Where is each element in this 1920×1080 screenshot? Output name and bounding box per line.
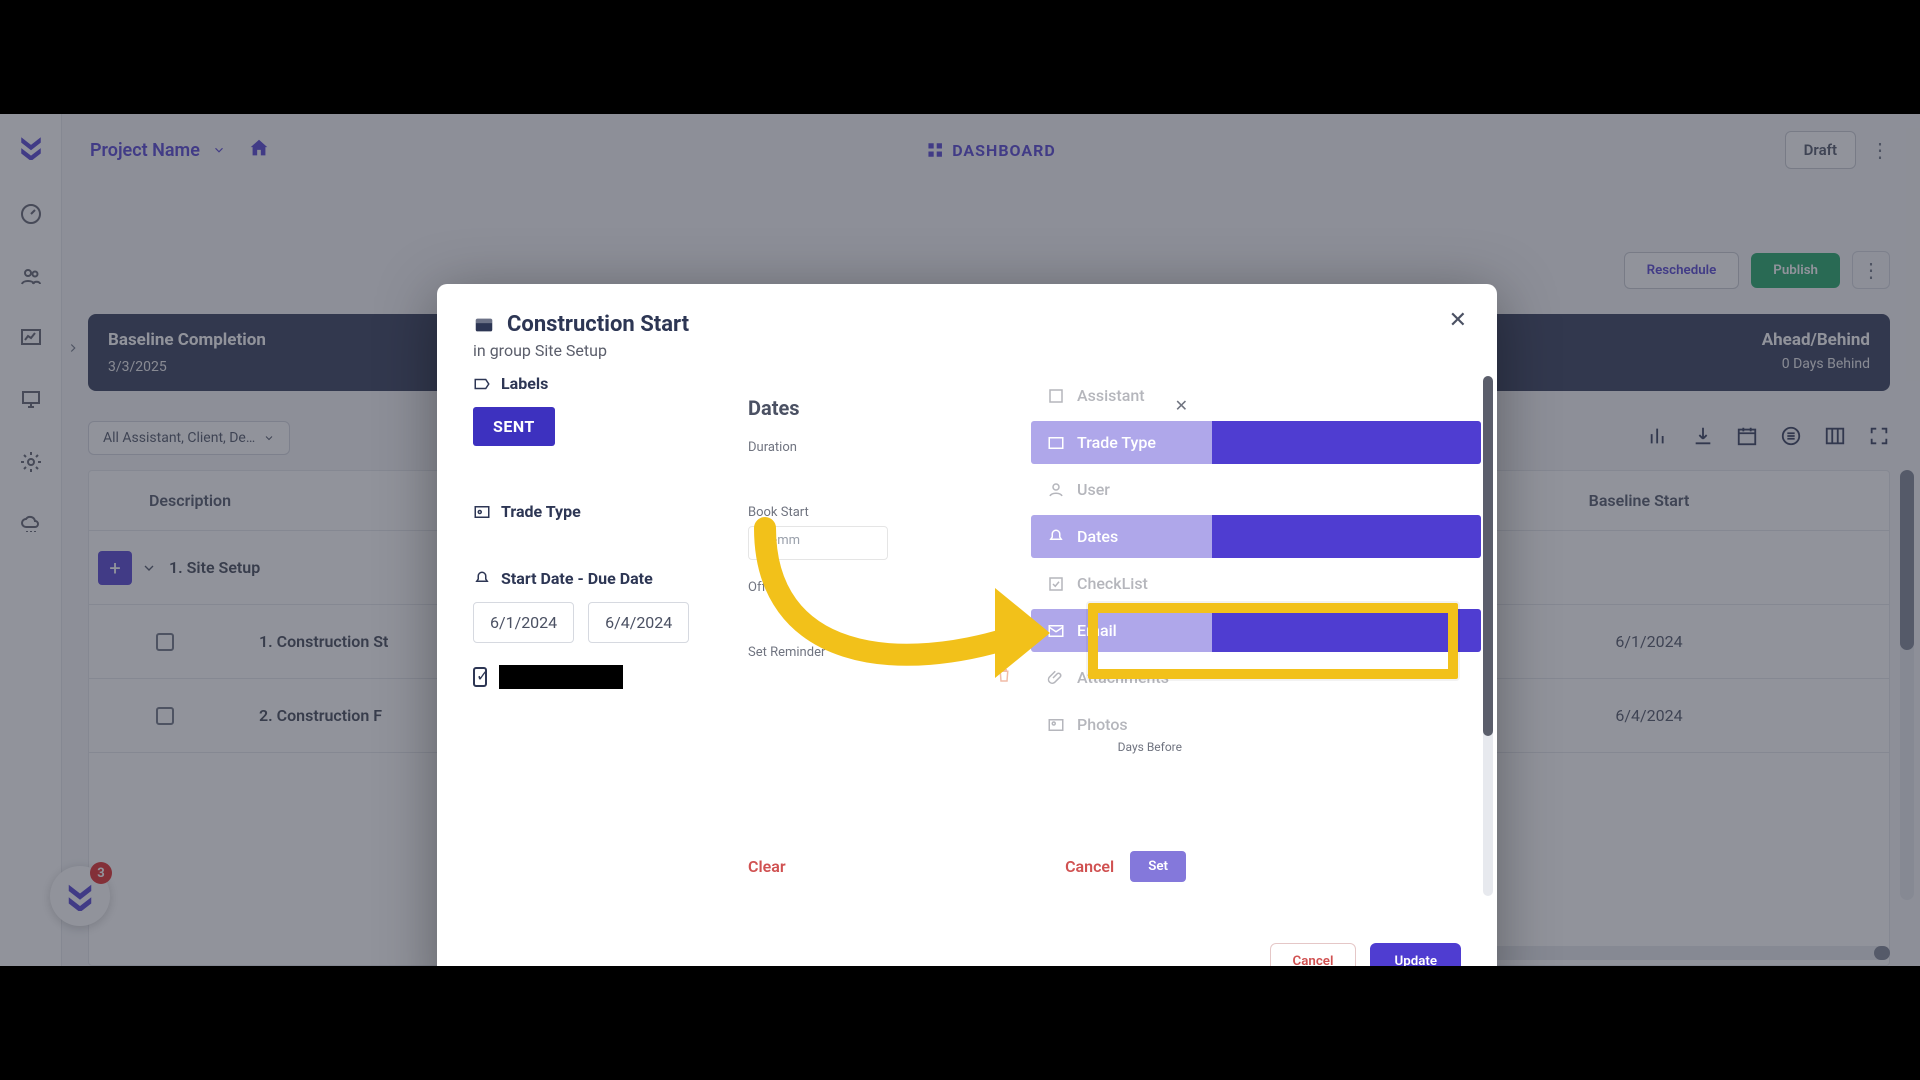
set-button[interactable]: Set — [1130, 851, 1186, 882]
labels-heading: Labels — [501, 374, 548, 393]
id-icon — [473, 503, 491, 521]
tradetype-heading: Trade Type — [501, 502, 581, 521]
kebab-icon[interactable]: ⋮ — [1870, 138, 1890, 162]
modal-scrollbar[interactable] — [1483, 376, 1493, 896]
cloud-icon[interactable] — [19, 512, 43, 536]
draft-button[interactable]: Draft — [1785, 131, 1856, 169]
group-label: 1. Site Setup — [169, 558, 260, 577]
calendar-icon[interactable] — [1736, 425, 1758, 451]
columns-icon[interactable] — [1824, 425, 1846, 451]
start-date-chip[interactable]: 6/1/2024 — [473, 602, 574, 643]
tutorial-arrow-icon — [745, 508, 1085, 732]
fullscreen-icon[interactable] — [1868, 425, 1890, 451]
clear-button[interactable]: Clear — [748, 857, 786, 876]
dashboard-label: DASHBOARD — [952, 141, 1056, 160]
card-value: 0 Days Behind — [1782, 356, 1870, 372]
vertical-scrollbar[interactable] — [1900, 470, 1914, 900]
assignee-filter[interactable]: All Assistant, Client, De… — [88, 421, 290, 455]
nav-rail — [0, 114, 62, 966]
reschedule-button[interactable]: Reschedule — [1624, 252, 1740, 289]
top-bar: Project Name DASHBOARD Draft ⋮ — [62, 114, 1920, 186]
cards-expand-icon[interactable] — [66, 340, 80, 359]
card-value: 3/3/2025 — [108, 359, 167, 375]
checklist-checkbox[interactable] — [473, 667, 487, 687]
chevron-down-icon[interactable] — [141, 560, 157, 576]
project-dropdown[interactable]: Project Name — [90, 140, 226, 161]
close-icon[interactable]: ✕ — [1449, 308, 1467, 333]
label-sent[interactable]: SENT — [473, 407, 555, 446]
list-icon[interactable] — [1780, 425, 1802, 451]
grid-icon — [926, 141, 944, 159]
app-logo-icon — [18, 134, 44, 164]
filter-label: All Assistant, Client, De… — [103, 430, 255, 446]
popup-title: Dates — [748, 396, 1186, 420]
popup-cancel-button[interactable]: Cancel — [1065, 857, 1114, 876]
bell-icon — [473, 570, 491, 588]
days-before-label: Days Before — [1118, 740, 1182, 754]
publish-button[interactable]: Publish — [1751, 253, 1840, 288]
presentation-icon[interactable] — [19, 388, 43, 412]
project-name: Project Name — [90, 140, 200, 161]
dates-heading: Start Date - Due Date — [501, 569, 653, 588]
modal-title: Construction Start — [507, 312, 689, 337]
gear-icon[interactable] — [19, 450, 43, 474]
people-icon[interactable] — [19, 264, 43, 288]
home-icon[interactable] — [248, 137, 270, 163]
row-checkbox[interactable] — [156, 633, 174, 651]
import-icon[interactable] — [1692, 425, 1714, 451]
bar-chart-icon[interactable] — [1648, 425, 1670, 451]
close-icon[interactable]: ✕ — [1175, 396, 1188, 415]
actions-kebab-icon[interactable]: ⋮ — [1852, 251, 1890, 289]
card-title: Ahead/Behind — [1762, 330, 1870, 350]
chart-icon[interactable] — [19, 326, 43, 350]
tutorial-highlight — [1088, 603, 1458, 679]
chevron-down-icon — [263, 432, 275, 444]
view-toolbar — [1648, 425, 1890, 451]
card-icon — [473, 314, 495, 336]
duration-label: Duration — [748, 440, 1186, 455]
help-fab[interactable]: 3 — [50, 866, 110, 926]
dashboard-link[interactable]: DASHBOARD — [926, 141, 1056, 160]
modal-subtitle: in group Site Setup — [473, 341, 1461, 360]
add-button[interactable]: + — [98, 551, 132, 585]
gauge-icon[interactable] — [19, 202, 43, 226]
row-checkbox[interactable] — [156, 707, 174, 725]
due-date-chip[interactable]: 6/4/2024 — [588, 602, 689, 643]
notification-badge: 3 — [90, 862, 112, 884]
checklist-item-redacted — [499, 665, 623, 689]
chevron-down-icon — [212, 143, 226, 157]
label-icon — [473, 375, 491, 393]
